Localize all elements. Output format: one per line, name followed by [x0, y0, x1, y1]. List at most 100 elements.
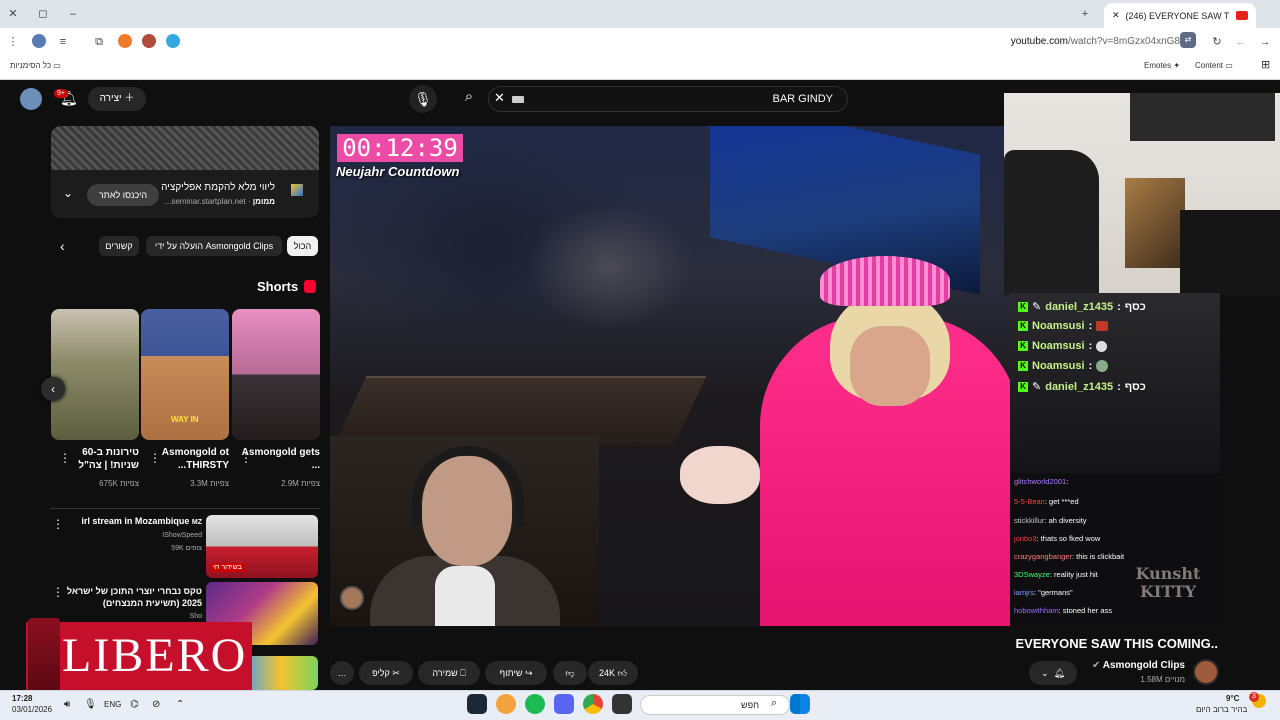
tab-youtube[interactable]: ✕ (246) EVERYONE SAW THIS COMING [1104, 3, 1256, 28]
bookmark-content[interactable]: Content ▭ [1195, 61, 1233, 70]
create-button[interactable]: יצירה ＋ [88, 87, 146, 111]
related-video-thumbnail[interactable]: בשידור חי [206, 515, 318, 578]
side-chat-line: crazygangbanger: this is clickbait [1014, 552, 1124, 561]
plus-icon: ＋ [124, 93, 135, 104]
short-thumb-caption: WAY IN [171, 415, 199, 424]
save-button[interactable]: שמירה ⎕ [418, 661, 480, 685]
verified-icon: ✔ [1091, 660, 1101, 671]
windows-start-icon[interactable] [790, 694, 810, 714]
share-button[interactable]: שיתוף ↪ [485, 661, 547, 685]
room-tv [1130, 93, 1275, 141]
wifi-off-icon[interactable]: ⊘ [152, 699, 160, 710]
chip-all[interactable]: הכול [287, 236, 318, 256]
more-actions-button[interactable]: … [330, 661, 354, 685]
microphone-icon[interactable]: 🎙︎ [84, 699, 97, 710]
channel-avatar[interactable] [1193, 659, 1219, 685]
search-value: BAR GINDY [772, 93, 833, 105]
tab-close-icon[interactable]: ✕ [1112, 10, 1120, 21]
restore-window-icon[interactable]: ◻ [34, 4, 52, 24]
volume-icon[interactable]: 🔊︎ [64, 699, 70, 710]
short-menu-icon[interactable]: ⋮ [59, 452, 71, 464]
back-icon[interactable]: → [1256, 32, 1274, 52]
discord-taskbar-icon[interactable] [554, 694, 574, 714]
app-taskbar-icon[interactable] [612, 694, 632, 714]
clip-label: קליפ [372, 668, 390, 678]
side-chat-user: stickkillur [1014, 516, 1045, 525]
bookmark-emotes[interactable]: Emotes ✦ [1144, 61, 1180, 70]
subscribed-bell-button[interactable]: ⌄ 🔔︎ [1029, 661, 1077, 685]
side-chat-user: 5-5-Bean [1014, 497, 1045, 506]
extension-red-icon[interactable] [142, 34, 156, 48]
side-chat-msg: stoned her ass [1062, 606, 1112, 615]
related-video-title[interactable]: irl stream in Mozambique MZ [60, 516, 202, 526]
short-thumbnail[interactable]: WAY IN [141, 309, 229, 440]
weather-temp[interactable]: 9°C [1226, 694, 1239, 703]
dislike-button[interactable]: 👎︎ [553, 661, 587, 685]
country-badge: MZ [191, 519, 202, 526]
short-menu-icon[interactable]: ⋮ [240, 452, 252, 464]
chrome-taskbar-icon[interactable] [583, 694, 603, 714]
steam-taskbar-icon[interactable] [467, 694, 487, 714]
ad-card[interactable]: היכנסו לאתר ליווי מלא להקמת אפליקציה ממו… [51, 126, 319, 218]
related-menu-icon[interactable]: ⋮ [52, 518, 64, 530]
close-window-icon[interactable]: ✕ [4, 4, 22, 24]
channel-name[interactable]: ✔ Asmongold Clips [1092, 660, 1185, 671]
clock-time[interactable]: 17:28 [12, 694, 32, 703]
minimize-window-icon[interactable]: – [64, 4, 82, 24]
profile-icon[interactable] [32, 34, 46, 48]
short-menu-icon[interactable]: ⋮ [149, 452, 161, 464]
chevron-down-icon[interactable]: ⌄ [63, 186, 73, 200]
extension-icon[interactable]: ≡ [54, 32, 72, 52]
related-menu-icon[interactable]: ⋮ [52, 586, 64, 598]
side-chat-user: jonbo3 [1014, 534, 1037, 543]
bookmark-emotes-label: Emotes [1144, 61, 1172, 70]
clock-date[interactable]: 03/01/2026 [12, 705, 52, 714]
spotify-taskbar-icon[interactable] [525, 694, 545, 714]
network-icon[interactable]: ⌬ [130, 699, 139, 710]
chevron-left-icon[interactable]: ‹ [60, 238, 65, 254]
menu-icon[interactable]: ⋮ [4, 32, 22, 52]
chip-uploaded-by[interactable]: הועלה על ידי Asmongold Clips [146, 236, 282, 256]
side-chat-msg: reality just hit [1054, 570, 1098, 579]
app-taskbar-icon[interactable] [496, 694, 516, 714]
extension-blue-icon[interactable] [166, 34, 180, 48]
short-thumbnail[interactable] [232, 309, 320, 440]
folder-icon: ▭ [1225, 61, 1233, 70]
tray-chevron-up-icon[interactable]: ⌃ [176, 699, 184, 710]
chip-related[interactable]: קשורים [99, 236, 139, 256]
apps-grid-icon[interactable]: ⊞ [1261, 58, 1270, 71]
kick-badge-icon: K [1018, 341, 1028, 351]
short-thumbnail[interactable] [51, 309, 139, 440]
keyboard-icon[interactable] [512, 96, 524, 103]
reload-icon[interactable]: ↻ [1208, 32, 1226, 52]
streamer-webcam [330, 436, 599, 626]
search-icon[interactable]: ⌕ [455, 88, 483, 105]
language-indicator[interactable]: ENG [104, 700, 121, 709]
extension-orange-icon[interactable] [118, 34, 132, 48]
pencil-icon: ✎ [1032, 381, 1042, 393]
site-settings-icon[interactable]: ⇄ [1180, 32, 1196, 48]
search-input[interactable]: BAR GINDY [488, 86, 848, 112]
forward-icon[interactable]: ← [1232, 32, 1250, 52]
weather-desc[interactable]: בהיר ברוב היום [1196, 705, 1247, 714]
all-bookmarks-link[interactable]: כל הסימניות ▭ [10, 61, 61, 70]
shorts-prev-arrow-icon[interactable]: ‹ [41, 377, 65, 401]
related-video-title[interactable]: טקס נבחרי יוצרי התוכן של ישראל 2025 (תשי… [60, 585, 202, 609]
new-tab-icon[interactable]: + [1076, 4, 1094, 24]
url-field[interactable]: youtube.com/watch?v=8mGzx04xnG8 [180, 32, 1200, 52]
scissors-icon: ✂ [392, 668, 400, 678]
ad-sponsor: ממומן [252, 197, 275, 206]
related-channel[interactable]: Sho [60, 613, 202, 620]
countdown-label: Neujahr Countdown [336, 164, 460, 179]
ad-visit-button[interactable]: היכנסו לאתר [87, 184, 159, 206]
side-chat-line: iamjrs: "germans" [1014, 588, 1073, 597]
clear-search-icon[interactable]: ✕ [494, 90, 505, 106]
like-button[interactable]: 24K 👍︎ [588, 661, 638, 685]
clip-button[interactable]: קליפ ✂ [359, 661, 413, 685]
account-avatar[interactable] [20, 88, 42, 110]
related-channel[interactable]: IShowSpeed [60, 532, 202, 539]
taskbar-search-input[interactable]: חפש [640, 695, 790, 715]
video-player[interactable]: 00:12:39 Neujahr Countdown [330, 126, 1010, 626]
voice-search-icon[interactable]: 🎙︎ [409, 85, 437, 113]
extensions-puzzle-icon[interactable]: ⧉ [90, 32, 108, 52]
